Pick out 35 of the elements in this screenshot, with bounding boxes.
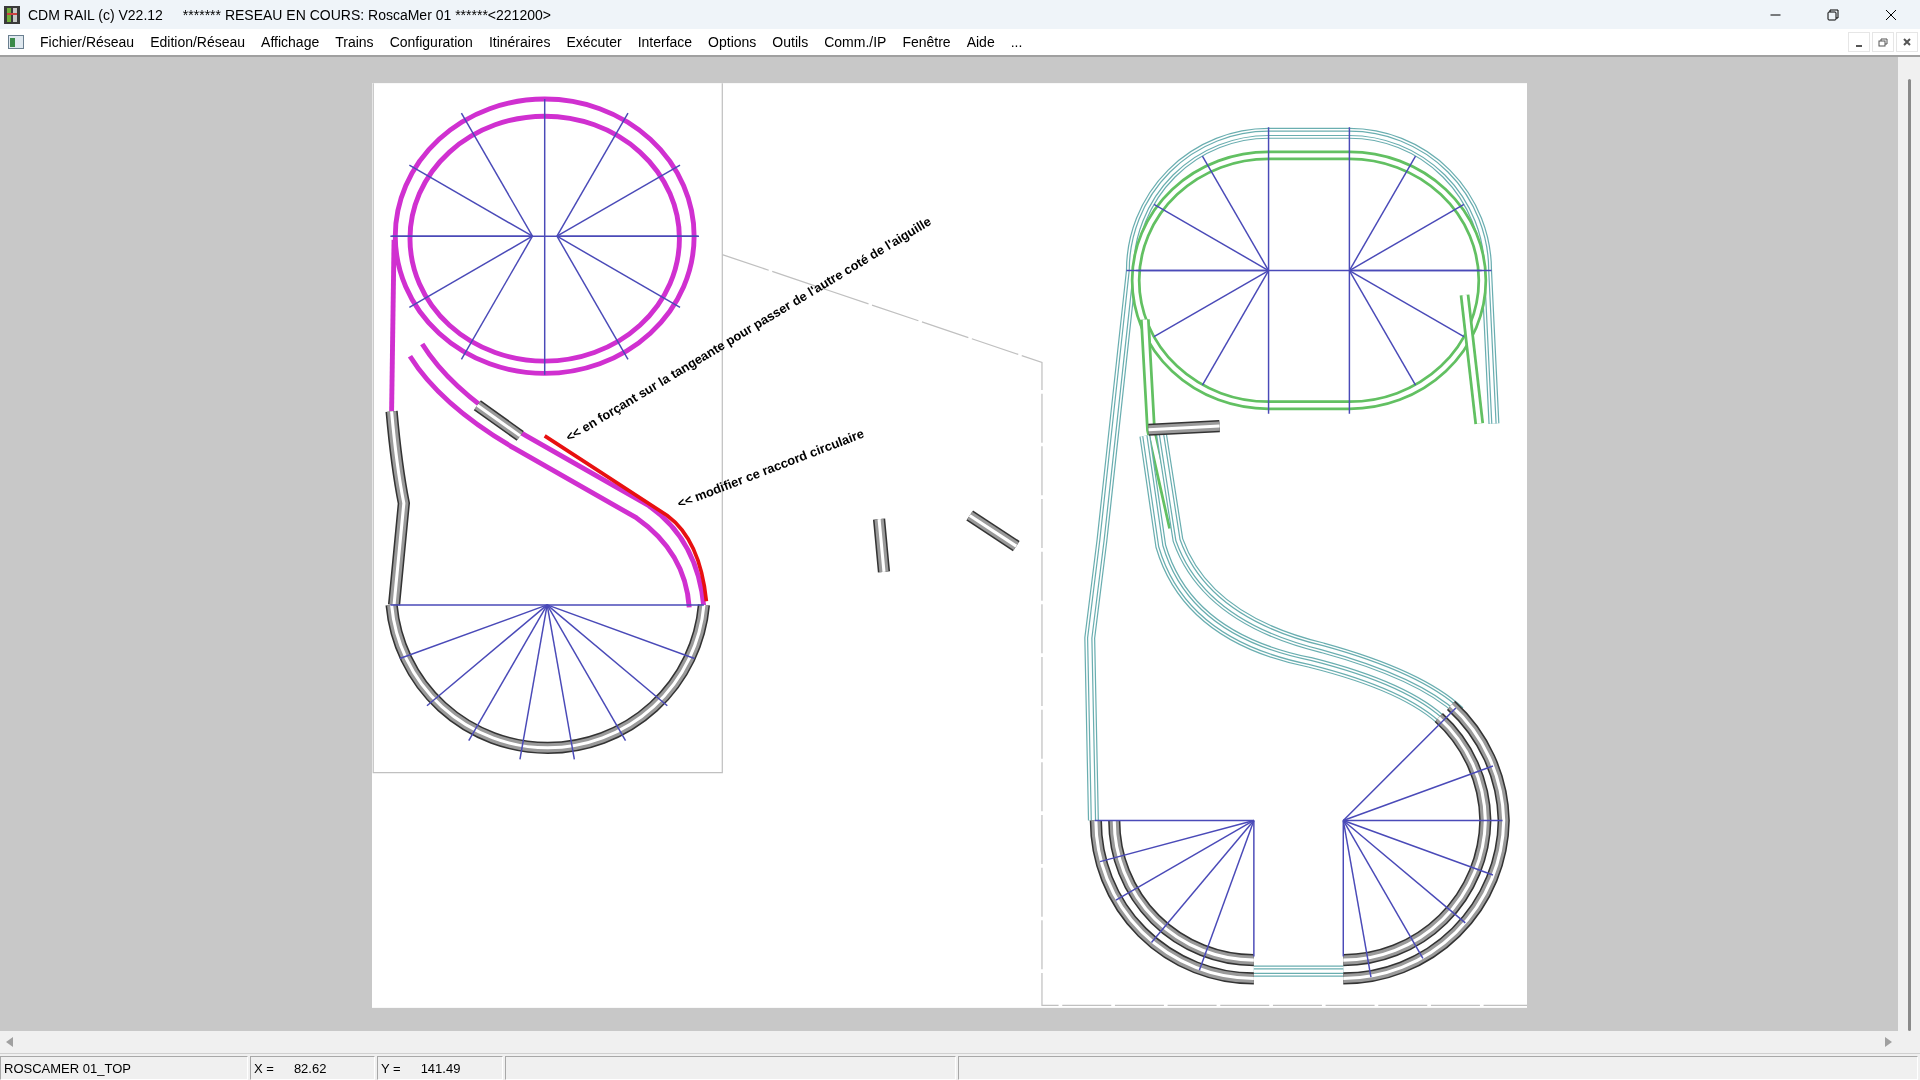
menu-item[interactable]: Trains: [327, 30, 382, 54]
menu-item[interactable]: Configuration: [381, 30, 481, 54]
restore-icon: [1877, 36, 1889, 48]
close-icon: [1901, 36, 1913, 48]
menu-item[interactable]: Edition/Réseau: [142, 30, 254, 54]
y-coordinate: 141.49: [420, 1060, 461, 1076]
minimize-button[interactable]: [1848, 32, 1870, 52]
menu-item[interactable]: Options: [700, 30, 765, 54]
network-title: ******* RESEAU EN COURS: RoscaMer 01 ******<221200>: [182, 6, 551, 23]
minimize-icon: [1856, 45, 1862, 47]
menu-item[interactable]: Affichage: [253, 30, 328, 54]
menu-item[interactable]: Itinéraires: [480, 30, 559, 54]
menu-item[interactable]: ...: [1002, 30, 1031, 54]
menu-item[interactable]: Comm./IP: [816, 30, 895, 54]
menu-item[interactable]: Exécuter: [558, 30, 630, 54]
scroll-right-icon[interactable]: [1884, 1037, 1892, 1047]
menu-item[interactable]: Fenêtre: [894, 30, 959, 54]
menu-item[interactable]: Aide: [958, 30, 1003, 54]
scroll-thumb[interactable]: [1907, 79, 1911, 1031]
restore-icon: [1826, 7, 1840, 22]
menu-item[interactable]: Fichier/Réseau: [32, 30, 143, 54]
document-icon[interactable]: [8, 35, 24, 49]
x-label: X =: [254, 1060, 274, 1076]
scroll-left-icon[interactable]: [6, 1037, 14, 1047]
minimize-icon: [1769, 13, 1781, 16]
app-icon: [4, 5, 20, 24]
window-title: CDM RAIL (c) V22.12: [28, 6, 163, 23]
y-label: Y =: [381, 1060, 401, 1076]
menu-item[interactable]: Outils: [764, 30, 817, 54]
layer-name: ROSCAMER 01_TOP: [4, 1060, 131, 1076]
close-icon: [1884, 7, 1898, 22]
menu-item[interactable]: Interface: [629, 30, 701, 54]
x-coordinate: 82.62: [293, 1060, 327, 1076]
close-button[interactable]: [1896, 32, 1918, 52]
restore-button[interactable]: [1872, 32, 1894, 52]
